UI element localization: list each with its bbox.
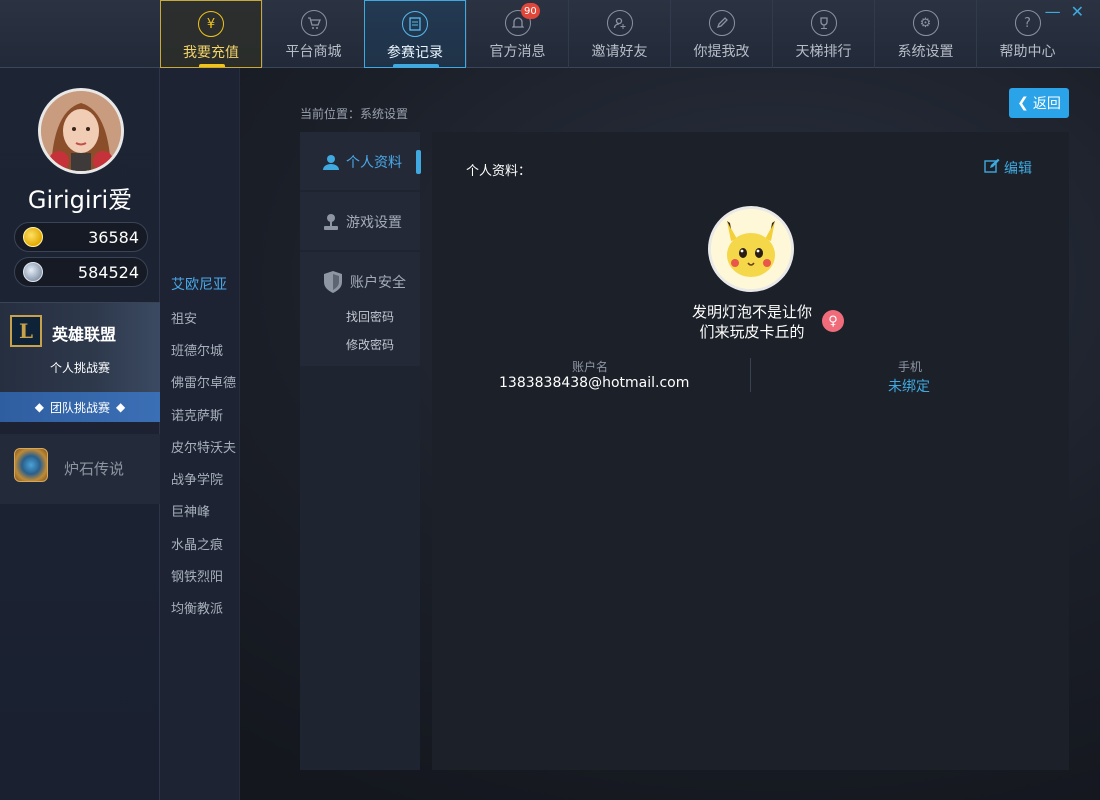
server-item[interactable]: 班德尔城 — [171, 340, 223, 359]
server-item[interactable]: 战争学院 — [171, 469, 223, 488]
trophy-icon — [810, 10, 837, 36]
edit-icon — [984, 158, 1000, 178]
shield-icon — [322, 270, 344, 294]
account-label: 账户名 — [572, 360, 609, 374]
joystick-icon — [322, 213, 340, 231]
nav-label: 帮助中心 — [999, 44, 1056, 60]
panel-title: 个人资料： — [466, 164, 532, 179]
nav-shop[interactable]: 平台商城 — [262, 0, 364, 68]
submenu-account-security[interactable]: 账户安全 — [322, 270, 406, 294]
team-challenge-tab[interactable]: ◆ 团队挑战赛 ◆ — [0, 392, 160, 422]
hearthstone-logo-icon — [14, 448, 48, 482]
nav-label: 平台商城 — [285, 44, 342, 60]
question-icon: ? — [1014, 10, 1041, 36]
top-navigation-bar: ¥ 我要充值 平台商城 参赛记录 90 官方消息 邀请好友 你提我改 天梯排行 … — [0, 0, 1100, 68]
nav-system-settings[interactable]: ⚙ 系统设置 — [874, 0, 976, 68]
document-icon — [402, 11, 428, 37]
server-item[interactable]: 佛雷尔卓德 — [171, 372, 236, 391]
active-indicator — [416, 150, 421, 174]
close-button[interactable]: ✕ — [1071, 4, 1084, 20]
server-item[interactable]: 祖安 — [171, 308, 197, 327]
nav-label: 系统设置 — [897, 44, 954, 60]
motto-line: 们来玩皮卡丘的 — [699, 323, 805, 341]
nav-label: 官方消息 — [489, 44, 546, 60]
submenu-label: 账户安全 — [350, 275, 406, 291]
nav-recharge[interactable]: ¥ 我要充值 — [160, 0, 262, 68]
info-divider — [750, 358, 751, 392]
game-name: 英雄联盟 — [52, 325, 117, 344]
change-password-link[interactable]: 修改密码 — [346, 336, 394, 353]
breadcrumb: 当前位置：系统设置 — [300, 107, 409, 121]
motto-line: 发明灯泡不是让你 — [691, 303, 812, 321]
server-item[interactable]: 艾欧尼亚 — [171, 274, 227, 294]
submenu-game-settings[interactable]: 游戏设置 — [322, 212, 402, 232]
news-count-badge: 90 — [521, 3, 540, 19]
user-avatar[interactable] — [38, 88, 124, 174]
nav-menu: ¥ 我要充值 平台商城 参赛记录 90 官方消息 邀请好友 你提我改 天梯排行 … — [160, 0, 1078, 68]
solo-challenge-link[interactable]: 个人挑战赛 — [50, 359, 110, 376]
minimize-button[interactable]: — — [1045, 4, 1061, 20]
cart-icon — [300, 10, 327, 36]
user-icon — [322, 153, 340, 171]
profile-panel: 个人资料： 编辑 发明灯泡不是让你 们来玩皮卡丘的 ♀ 账户名 13838384… — [432, 132, 1069, 770]
server-item[interactable]: 均衡教派 — [171, 598, 223, 617]
nav-label: 你提我改 — [693, 44, 750, 60]
submenu-label: 个人资料 — [346, 155, 402, 171]
account-value: 1383838438@hotmail.com — [499, 375, 690, 391]
nav-label: 天梯排行 — [795, 44, 852, 60]
female-gender-icon: ♀ — [822, 310, 844, 332]
user-motto: 发明灯泡不是让你 们来玩皮卡丘的 — [672, 302, 832, 342]
server-item[interactable]: 诺克萨斯 — [171, 405, 223, 424]
submenu-label: 游戏设置 — [346, 215, 402, 231]
server-list: 艾欧尼亚 祖安 班德尔城 佛雷尔卓德 诺克萨斯 皮尔特沃夫 战争学院 巨神峰 水… — [160, 68, 240, 800]
edit-button[interactable]: 编辑 — [984, 158, 1032, 178]
server-item[interactable]: 水晶之痕 — [171, 534, 223, 553]
edit-label: 编辑 — [1004, 161, 1032, 177]
nav-label: 邀请好友 — [591, 44, 648, 60]
yen-icon: ¥ — [198, 11, 224, 37]
nav-label: 我要充值 — [183, 45, 239, 61]
nav-official-news[interactable]: 90 官方消息 — [466, 0, 568, 68]
silver-coin-icon — [23, 262, 43, 282]
diamond-icon: ◆ — [116, 400, 126, 414]
settings-submenu: 个人资料 游戏设置 账户安全 找回密码 修改密码 — [300, 132, 420, 770]
nav-match-records[interactable]: 参赛记录 — [364, 0, 466, 68]
diamond-icon: ◆ — [34, 400, 44, 414]
game-name: 炉石传说 — [64, 460, 125, 478]
league-of-legends-logo-icon: L — [10, 315, 42, 347]
find-password-link[interactable]: 找回密码 — [346, 308, 394, 325]
back-button[interactable]: ❮ 返回 — [1009, 88, 1069, 118]
server-item[interactable]: 巨神峰 — [171, 501, 210, 520]
profile-avatar[interactable] — [708, 206, 794, 292]
nav-invite-friends[interactable]: 邀请好友 — [568, 0, 670, 68]
silver-coin-balance: 584524 — [14, 257, 148, 287]
submenu-profile[interactable]: 个人资料 — [322, 152, 402, 172]
silver-amount: 584524 — [77, 262, 139, 282]
server-item[interactable]: 钢铁烈阳 — [171, 566, 223, 585]
chevron-left-icon: ❮ — [1017, 95, 1029, 111]
window-controls: — ✕ — [1045, 4, 1084, 20]
add-user-icon — [606, 10, 633, 36]
game-league-of-legends[interactable]: L 英雄联盟 个人挑战赛 — [0, 302, 160, 392]
profile-sidebar: Girigiri爱 36584 584524 L 英雄联盟 个人挑战赛 ◆ 团队… — [0, 68, 160, 800]
username: Girigiri爱 — [27, 186, 133, 214]
team-challenge-label: 团队挑战赛 — [49, 400, 110, 415]
nav-label: 参赛记录 — [387, 45, 443, 61]
gold-coin-balance: 36584 — [14, 222, 148, 252]
gold-amount: 36584 — [88, 227, 139, 247]
nav-feedback[interactable]: 你提我改 — [670, 0, 772, 68]
game-hearthstone[interactable]: 炉石传说 — [0, 434, 160, 504]
nav-ladder-ranking[interactable]: 天梯排行 — [772, 0, 874, 68]
back-label: 返回 — [1032, 96, 1061, 112]
pencil-icon — [708, 10, 735, 36]
server-item[interactable]: 皮尔特沃夫 — [171, 437, 236, 456]
phone-label: 手机 — [898, 360, 923, 374]
gear-icon: ⚙ — [912, 10, 939, 36]
gold-coin-icon — [23, 227, 43, 247]
phone-value[interactable]: 未绑定 — [888, 376, 930, 396]
